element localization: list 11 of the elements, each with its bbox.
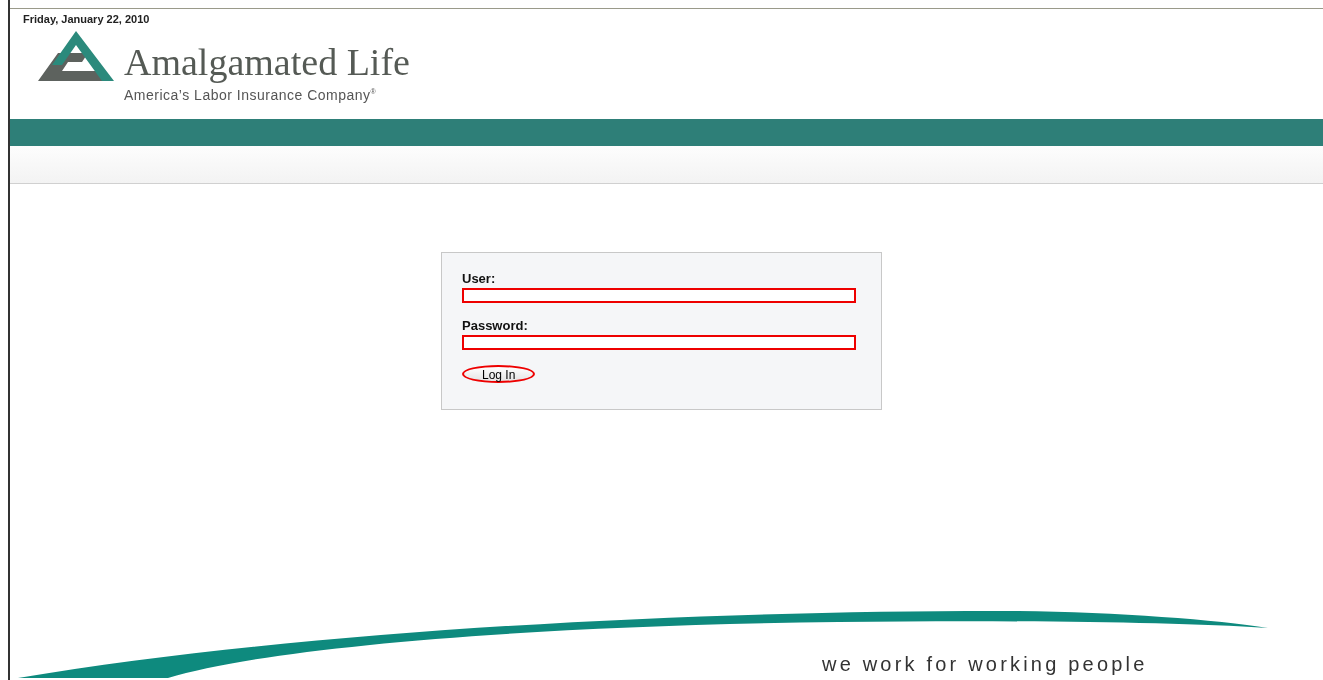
- input-field[interactable]: [462, 288, 856, 303]
- login-button[interactable]: Log In: [462, 365, 536, 383]
- field-label: Password:: [462, 318, 528, 333]
- triangle-logo-icon: [38, 31, 114, 81]
- field-label: User:: [462, 271, 496, 286]
- input-field[interactable]: [462, 335, 856, 350]
- date-text: Friday, January 22, 2010: [22, 12, 150, 25]
- swoosh-icon: [18, 608, 1268, 680]
- slogan: we work for working people: [822, 653, 1148, 676]
- company-name: Amalgamated Life: [124, 43, 410, 81]
- company-tagline: America’s Labor Insurance Company$^{®}$: [124, 87, 378, 103]
